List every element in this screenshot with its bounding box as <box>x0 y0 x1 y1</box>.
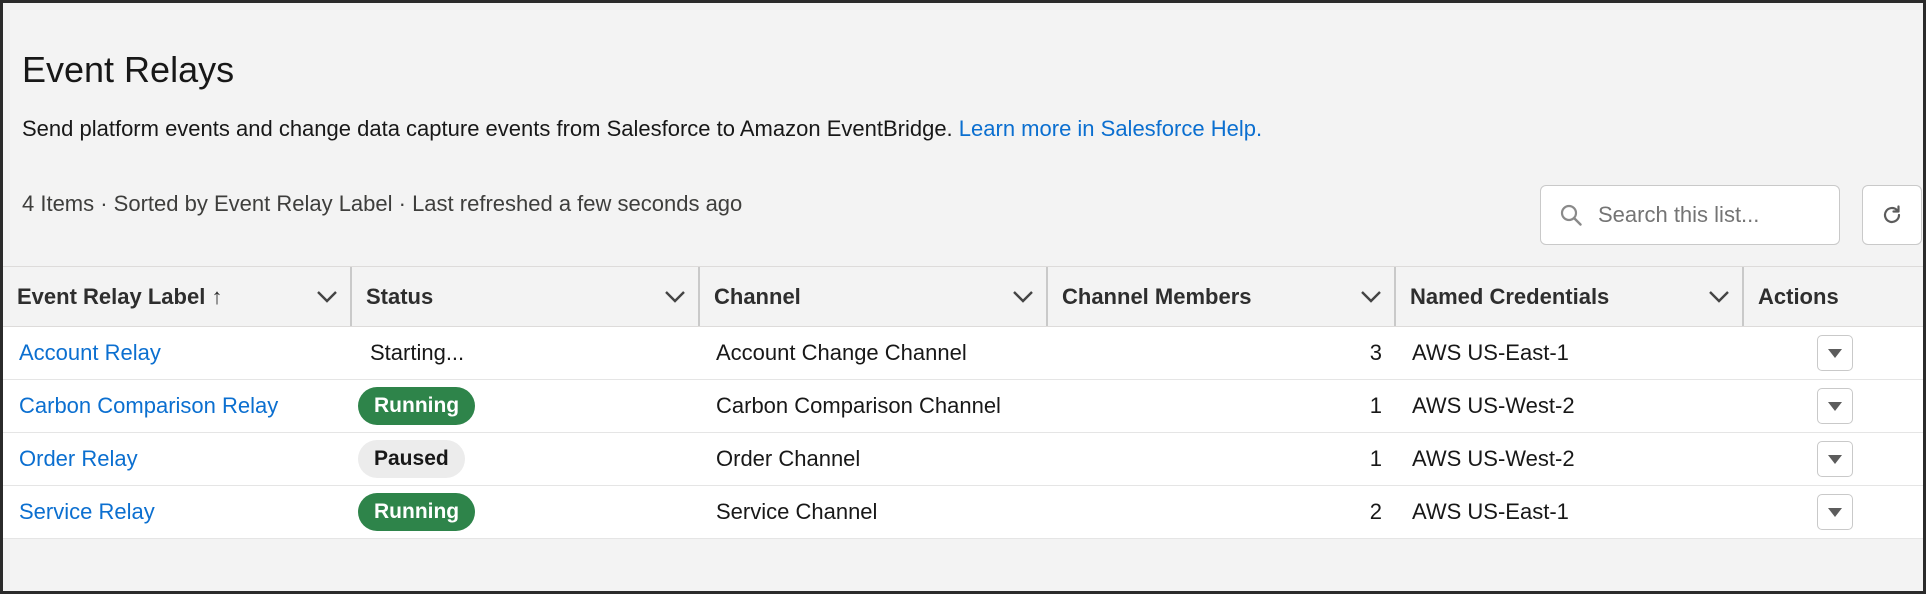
help-link[interactable]: Learn more in Salesforce Help. <box>959 116 1262 141</box>
chevron-down-icon[interactable] <box>1708 290 1730 304</box>
column-label: Event Relay Label <box>17 283 206 309</box>
column-label: Channel Members <box>1062 283 1252 309</box>
status-badge: Running <box>358 493 476 531</box>
search-icon <box>1560 204 1582 226</box>
channel-members-cell: 1 <box>1048 432 1396 486</box>
column-label: Actions <box>1758 283 1839 309</box>
chevron-down-icon[interactable] <box>1360 290 1382 304</box>
page-description: Send platform events and change data cap… <box>22 116 1262 142</box>
column-label: Status <box>366 283 434 309</box>
column-header-channel[interactable]: Channel <box>700 266 1048 327</box>
status-badge: Running <box>358 387 476 425</box>
description-text: Send platform events and change data cap… <box>22 116 953 141</box>
down-triangle-icon <box>1828 348 1842 358</box>
named-credentials-cell: AWS US-East-1 <box>1396 485 1744 539</box>
list-meta: 4 Items · Sorted by Event Relay Label · … <box>22 191 743 216</box>
down-triangle-icon <box>1828 454 1842 464</box>
relay-label-link[interactable]: Account Relay <box>19 340 161 365</box>
channel-cell: Order Channel <box>700 432 1048 486</box>
column-header-channel-members[interactable]: Channel Members <box>1048 266 1396 327</box>
relay-label-link[interactable]: Carbon Comparison Relay <box>19 393 278 418</box>
down-triangle-icon <box>1828 507 1842 517</box>
chevron-down-icon[interactable] <box>1012 290 1034 304</box>
table-row: Order Relay Paused Order Channel 1 AWS U… <box>3 432 1923 486</box>
event-relays-page: Event Relays Send platform events and ch… <box>0 0 1926 594</box>
chevron-down-icon[interactable] <box>316 290 338 304</box>
down-triangle-icon <box>1828 401 1842 411</box>
table-row: Service Relay Running Service Channel 2 … <box>3 485 1923 539</box>
table-row: Carbon Comparison Relay Running Carbon C… <box>3 379 1923 433</box>
row-actions-button[interactable] <box>1817 388 1853 424</box>
relay-label-link[interactable]: Order Relay <box>19 446 138 471</box>
column-label: Channel <box>714 283 801 309</box>
event-relays-table: Event Relay Label ↑ Status Channel Chann… <box>3 266 1923 539</box>
status-text: Starting... <box>370 340 465 365</box>
chevron-down-icon[interactable] <box>664 290 686 304</box>
search-input[interactable] <box>1598 202 1828 228</box>
row-actions-button[interactable] <box>1817 494 1853 530</box>
column-header-actions: Actions <box>1744 266 1923 327</box>
row-actions-button[interactable] <box>1817 335 1853 371</box>
search-box[interactable] <box>1540 185 1840 245</box>
arrow-up-icon: ↑ <box>211 283 223 309</box>
channel-members-cell: 2 <box>1048 485 1396 539</box>
channel-members-cell: 3 <box>1048 326 1396 380</box>
named-credentials-cell: AWS US-East-1 <box>1396 326 1744 380</box>
row-actions-button[interactable] <box>1817 441 1853 477</box>
column-label: Named Credentials <box>1410 283 1610 309</box>
refresh-icon <box>1883 205 1901 224</box>
page-title: Event Relays <box>22 49 235 90</box>
channel-members-cell: 1 <box>1048 379 1396 433</box>
column-header-named-credentials[interactable]: Named Credentials <box>1396 266 1744 327</box>
channel-cell: Carbon Comparison Channel <box>700 379 1048 433</box>
status-badge: Paused <box>358 440 465 478</box>
channel-cell: Account Change Channel <box>700 326 1048 380</box>
refresh-button[interactable] <box>1862 185 1922 245</box>
table-row: Account Relay Starting... Account Change… <box>3 326 1923 380</box>
named-credentials-cell: AWS US-West-2 <box>1396 379 1744 433</box>
named-credentials-cell: AWS US-West-2 <box>1396 432 1744 486</box>
channel-cell: Service Channel <box>700 485 1048 539</box>
table-header-row: Event Relay Label ↑ Status Channel Chann… <box>3 266 1923 327</box>
column-header-event-relay-label[interactable]: Event Relay Label ↑ <box>3 266 352 327</box>
relay-label-link[interactable]: Service Relay <box>19 499 155 524</box>
column-header-status[interactable]: Status <box>352 266 700 327</box>
